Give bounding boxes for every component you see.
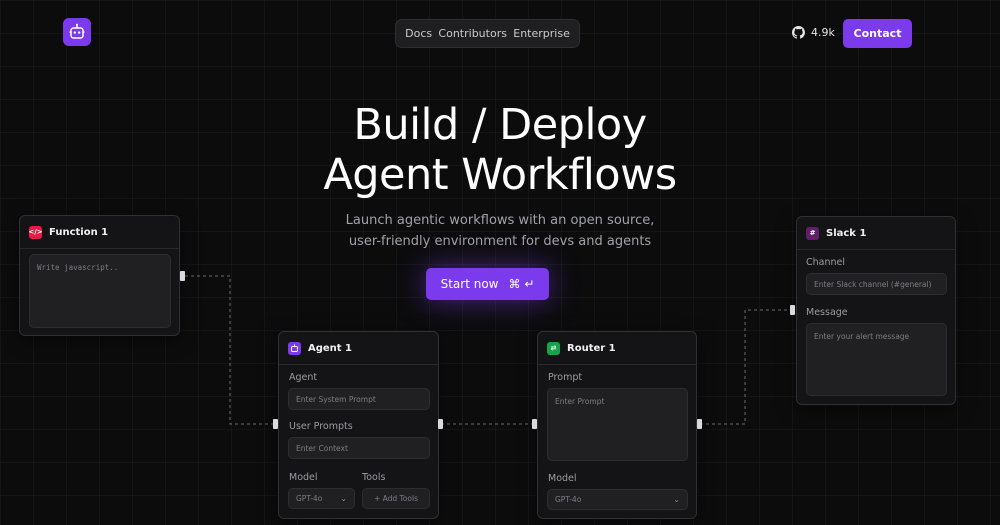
github-star-count: 4.9k [811,26,835,39]
code-icon: </> [28,225,43,239]
router-node[interactable]: ⇄ Router 1 Prompt Enter Prompt Model GPT… [537,331,697,519]
function-node-header[interactable]: </> Function 1 [20,216,179,249]
slack-node[interactable]: # Slack 1 Channel Enter Slack channel (#… [796,216,956,405]
router-prompt-label: Prompt [548,372,583,383]
router-prompt-input[interactable]: Enter Prompt [547,388,688,461]
robot-icon [288,341,301,355]
router-model-label: Model [548,473,577,484]
keyboard-shortcut-icon: ⌘ ↵ [508,277,535,291]
slack-channel-label: Channel [806,257,846,268]
system-prompt-input[interactable]: Enter System Prompt [288,388,430,410]
router-output-handle[interactable] [697,419,702,429]
slack-message-placeholder: Enter your alert message [814,332,910,341]
user-prompts-label: User Prompts [289,421,353,432]
user-context-placeholder: Enter Context [296,443,348,453]
robot-icon [69,23,85,39]
github-stars-link[interactable]: 4.9k [792,26,835,39]
add-tools-button[interactable]: + Add Tools [362,488,430,509]
slack-channel-placeholder: Enter Slack channel (#general) [814,279,932,289]
nav-enterprise[interactable]: Enterprise [513,27,570,40]
chevron-down-icon: ⌄ [673,495,680,504]
contact-button[interactable]: Contact [843,19,912,48]
user-context-input[interactable]: Enter Context [288,437,430,459]
agent-model-label: Model [289,472,318,483]
route-icon: ⇄ [547,341,560,355]
slack-input-handle[interactable] [790,305,795,315]
agent-input-handle[interactable] [273,419,278,429]
function-output-handle[interactable] [180,271,185,281]
chevron-down-icon: ⌄ [340,494,347,503]
router-node-header[interactable]: ⇄ Router 1 [538,332,696,365]
agent-node-header[interactable]: Agent 1 [279,332,438,365]
tools-label: Tools [362,472,386,483]
function-code-placeholder: Write javascript.. [37,263,119,272]
agent-model-value: GPT-4o [296,494,323,503]
slack-channel-input[interactable]: Enter Slack channel (#general) [806,273,947,295]
slack-icon: # [806,226,819,240]
agent-node-title: Agent 1 [308,342,353,354]
router-prompt-placeholder: Enter Prompt [555,397,605,406]
router-model-select[interactable]: GPT-4o ⌄ [547,489,688,510]
hero-title-line-1: Build / Deploy [353,100,647,150]
system-prompt-placeholder: Enter System Prompt [296,394,376,404]
hero-title: Build / Deploy Agent Workflows [0,100,1000,200]
agent-label: Agent [289,372,318,383]
add-tools-label: + Add Tools [373,494,419,503]
agent-model-select[interactable]: GPT-4o ⌄ [288,488,355,509]
function-node[interactable]: </> Function 1 Write javascript.. [19,215,180,336]
robot-logo[interactable] [63,18,91,46]
agent-output-handle[interactable] [438,419,443,429]
start-now-label: Start now [440,277,499,291]
hero-title-line-2: Agent Workflows [323,150,677,200]
nav-docs[interactable]: Docs [405,27,432,40]
slack-node-header[interactable]: # Slack 1 [797,217,955,250]
router-node-title: Router 1 [567,342,616,354]
slack-message-label: Message [806,307,848,318]
slack-message-input[interactable]: Enter your alert message [806,323,947,396]
start-now-button[interactable]: Start now ⌘ ↵ [426,268,549,300]
top-nav: Docs Contributors Enterprise [395,19,580,48]
function-code-editor[interactable]: Write javascript.. [29,254,171,328]
github-icon [792,26,805,39]
function-node-title: Function 1 [49,226,109,238]
nav-contributors[interactable]: Contributors [438,27,507,40]
agent-node[interactable]: Agent 1 Agent Enter System Prompt User P… [278,331,439,519]
slack-node-title: Slack 1 [826,227,867,239]
router-model-value: GPT-4o [555,495,582,504]
router-input-handle[interactable] [532,419,537,429]
